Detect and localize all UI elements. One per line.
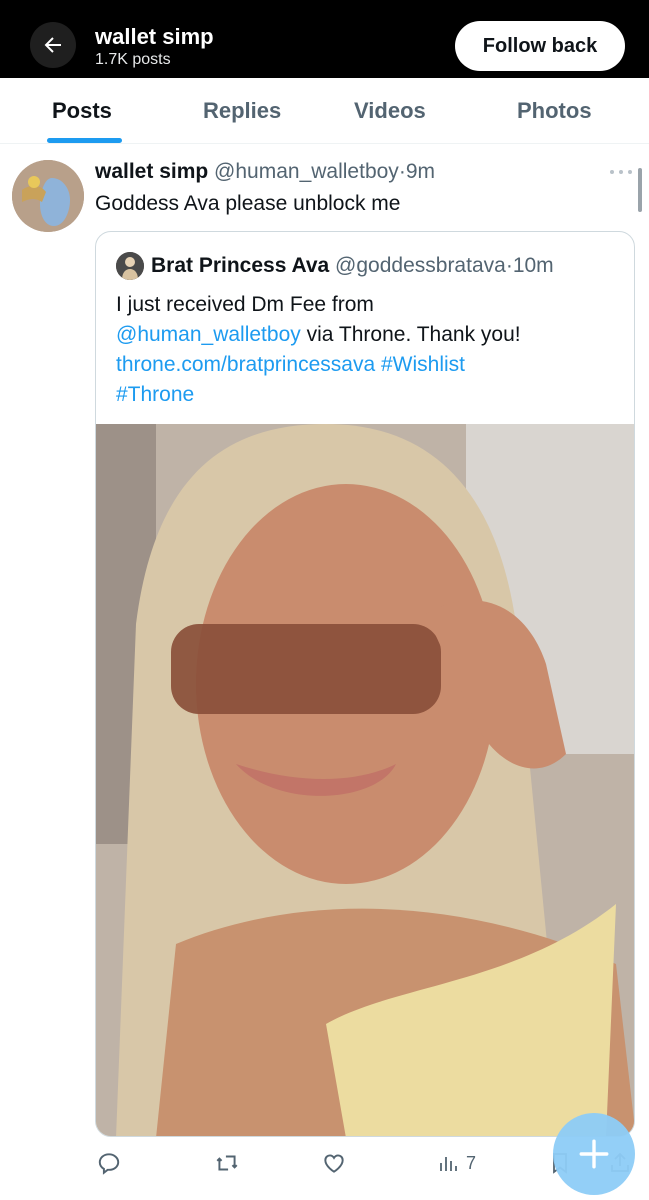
like-button[interactable] (320, 1148, 348, 1178)
views-count: 7 (466, 1152, 477, 1173)
photo-illustration (96, 424, 634, 1136)
arrow-left-icon (44, 37, 61, 53)
quoted-time: 10m (512, 254, 554, 277)
views-icon (440, 1157, 457, 1171)
quoted-text-line1: I just received Dm Fee from (116, 293, 374, 316)
profile-header: wallet simp 1.7K posts Follow back (0, 0, 649, 78)
meta-separator: · (398, 160, 406, 183)
quoted-separator: · (505, 254, 513, 277)
throne-link[interactable]: throne.com/bratprincessava (116, 353, 375, 376)
scrollbar[interactable] (638, 168, 642, 212)
tweet-text: Goddess Ava please unblock me (95, 192, 401, 215)
repost-button[interactable] (213, 1148, 241, 1178)
like-icon (324, 1154, 344, 1173)
author-name[interactable]: wallet simp (95, 160, 208, 183)
quoted-media-photo[interactable] (96, 424, 634, 1136)
author-handle[interactable]: @human_walletboy (214, 160, 399, 183)
reply-icon (98, 1153, 120, 1175)
hashtag-throne[interactable]: #Throne (116, 383, 194, 406)
repost-icon (216, 1155, 238, 1171)
follow-back-button[interactable]: Follow back (455, 21, 625, 71)
profile-name: wallet simp (95, 24, 214, 49)
more-button[interactable] (606, 160, 636, 184)
views-button[interactable]: 7 (436, 1148, 476, 1178)
quoted-avatar (116, 252, 144, 280)
quoted-text: I just received Dm Fee from @human_walle… (116, 290, 616, 410)
tab-photos[interactable]: Photos (517, 78, 592, 144)
avatar-photo-icon (116, 252, 144, 280)
tweet-header: wallet simp @human_walletboy·9m (95, 158, 435, 186)
quoted-author-handle: @goddessbratava (335, 254, 506, 277)
active-tab-indicator (47, 138, 122, 143)
more-dots-icon (610, 170, 632, 174)
avatar-illustration-icon (12, 160, 84, 232)
reply-button[interactable] (96, 1148, 122, 1178)
hashtag-wishlist[interactable]: #Wishlist (381, 353, 465, 376)
tab-replies[interactable]: Replies (203, 78, 281, 144)
back-button[interactable] (30, 22, 76, 68)
mention-link[interactable]: @human_walletboy (116, 323, 301, 346)
tab-posts[interactable]: Posts (52, 78, 112, 144)
profile-tabs: Posts Replies Videos Photos (0, 78, 649, 144)
post-count: 1.7K posts (95, 51, 171, 68)
compose-button[interactable] (553, 1113, 635, 1195)
quoted-tweet[interactable]: Brat Princess Ava @goddessbratava·10m I … (95, 231, 635, 1137)
tweet-time[interactable]: 9m (406, 160, 435, 183)
quoted-header: Brat Princess Ava @goddessbratava·10m (151, 252, 554, 280)
compose-plus-icon (579, 1139, 609, 1169)
quoted-author-name: Brat Princess Ava (151, 254, 330, 277)
avatar[interactable] (12, 160, 84, 232)
quoted-text-line2: via Throne. Thank you! (300, 323, 521, 346)
tab-videos[interactable]: Videos (354, 78, 426, 144)
tweet-actions: 7 (0, 1140, 649, 1186)
